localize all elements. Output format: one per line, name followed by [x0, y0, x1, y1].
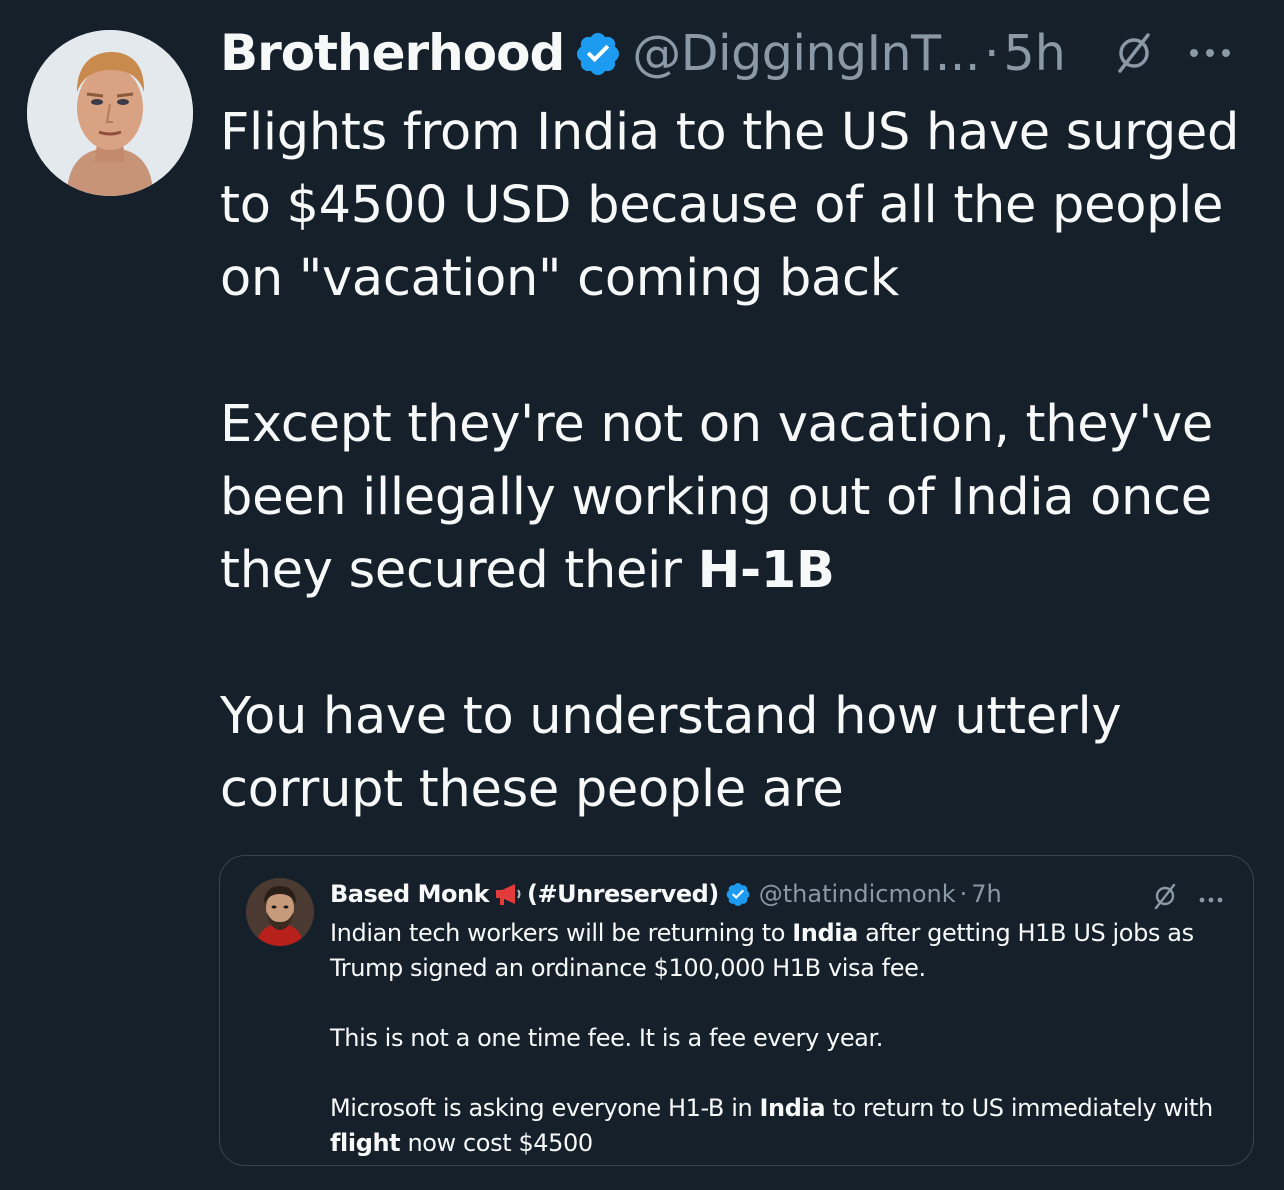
tweet-body: Flights from India to the US have surged… — [220, 96, 1270, 826]
quoted-bold-india: India — [759, 1094, 826, 1122]
quoted-text: to return to US immediately with — [825, 1094, 1213, 1122]
author-display-name[interactable]: Brotherhood — [220, 24, 565, 82]
quoted-timestamp[interactable]: 7h — [971, 880, 1001, 908]
more-icon[interactable] — [1197, 890, 1225, 903]
megaphone-icon — [493, 881, 525, 907]
separator-dot: · — [983, 24, 1000, 82]
quoted-tweet[interactable]: Based Monk (#Unreserved) @thatindicmonk … — [219, 855, 1254, 1166]
quoted-display-name[interactable]: Based Monk — [330, 880, 490, 908]
grok-icon[interactable] — [1112, 31, 1156, 75]
quoted-paragraph-2: This is not a one time fee. It is a fee … — [330, 1024, 883, 1052]
quoted-text: now cost $4500 — [400, 1129, 593, 1157]
tweet-paragraph-1: Flights from India to the US have surged… — [220, 103, 1240, 308]
tweet-timestamp[interactable]: 5h — [1004, 25, 1066, 82]
quoted-tweet-header: Based Monk (#Unreserved) @thatindicmonk … — [330, 876, 1233, 912]
tweet-header: Brotherhood @DiggingInT... · 5h — [220, 22, 1254, 84]
grok-icon[interactable] — [1151, 882, 1179, 910]
quoted-text: Indian tech workers will be returning to — [330, 919, 793, 947]
quoted-paragraph-1: Indian tech workers will be returning to… — [330, 916, 1240, 986]
tweet-paragraph-3: You have to understand how utterly corru… — [220, 687, 1122, 819]
author-handle[interactable]: @DiggingInT... — [632, 25, 980, 82]
verified-badge-icon — [725, 881, 751, 907]
quoted-handle[interactable]: @thatindicmonk — [759, 880, 956, 908]
author-avatar[interactable] — [27, 30, 193, 196]
quoted-paragraph-3: Microsoft is asking everyone H1-B in Ind… — [330, 1091, 1240, 1161]
quoted-text: Microsoft is asking everyone H1-B in — [330, 1094, 760, 1122]
quoted-tweet-body: Indian tech workers will be returning to… — [330, 916, 1240, 1161]
quoted-bold-india: India — [792, 919, 858, 947]
tweet-paragraph-2: Except they're not on vacation, they've … — [220, 388, 1270, 607]
more-icon[interactable] — [1186, 43, 1234, 63]
quoted-bold-flight: flight — [330, 1129, 401, 1157]
quoted-avatar-image — [246, 878, 314, 946]
h1b-bold-text: H-1B — [697, 541, 835, 600]
quoted-display-name-tag[interactable]: (#Unreserved) — [527, 880, 719, 908]
verified-badge-icon — [574, 29, 622, 77]
avatar-image — [27, 30, 193, 196]
quoted-separator-dot: · — [959, 880, 968, 908]
quoted-author-avatar[interactable] — [246, 878, 314, 946]
